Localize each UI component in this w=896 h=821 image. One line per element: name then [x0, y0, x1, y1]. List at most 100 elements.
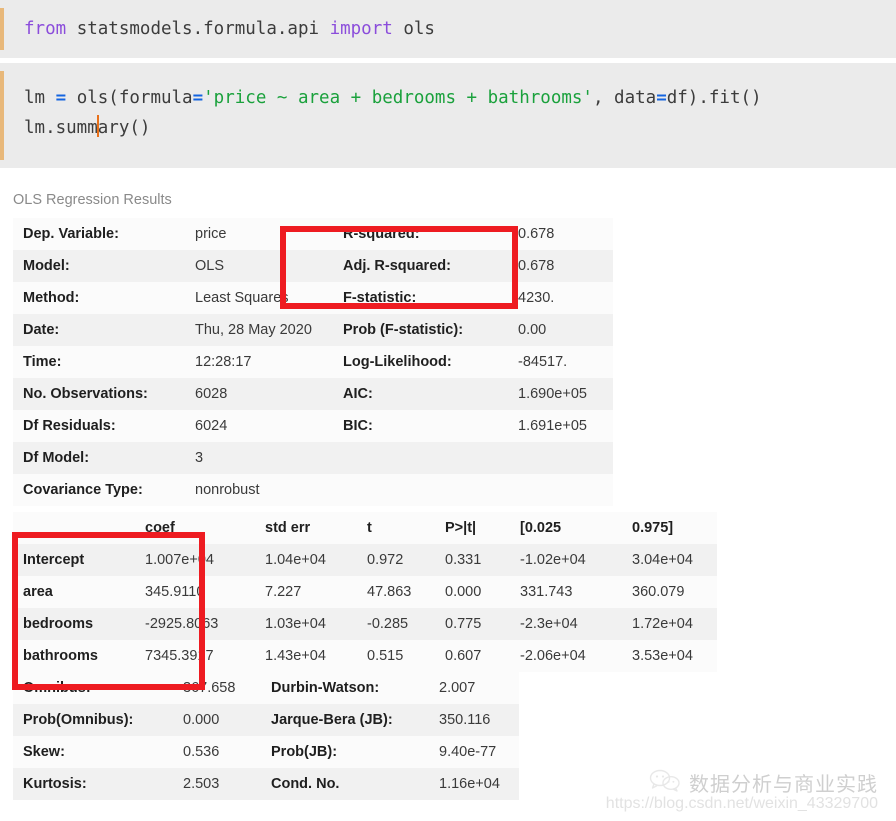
diag-label: Prob(Omnibus): [23, 712, 134, 728]
summary-value: 1.691e+05 [518, 418, 587, 434]
summary-value: price [195, 226, 227, 242]
coef-value: 0.972 [367, 552, 404, 568]
watermark-url: https://blog.csdn.net/weixin_43329700 [605, 795, 878, 812]
summary-value: nonrobust [195, 482, 260, 498]
summary-label: No. Observations: [23, 386, 148, 402]
table-row: Prob(Omnibus): 0.000 Jarque-Bera (JB): 350.… [13, 704, 519, 736]
watermark: 数据分析与商业实践 https://blog.csdn.net/weixin_4… [606, 768, 878, 813]
coef-column-header: P>|t| [445, 520, 477, 536]
coef-value: -2.06e+04 [520, 648, 586, 664]
coef-value: 0.000 [445, 584, 482, 600]
coef-term-label: bathrooms [23, 648, 98, 664]
coef-column-header: coef [145, 520, 175, 536]
coef-value: 0.515 [367, 648, 404, 664]
summary-label: AIC: [343, 386, 373, 402]
diag-label: Skew: [23, 744, 65, 760]
diag-value: 367.658 [183, 680, 236, 696]
coef-value: 0.607 [445, 648, 482, 664]
coef-column-header: t [367, 520, 372, 536]
diag-label: Cond. No. [271, 776, 340, 792]
diag-value: 350.116 [439, 712, 491, 728]
table-header-row: coef std err t P>|t| [0.025 0.975] [13, 512, 717, 544]
table-row: Date: Thu, 28 May 2020 Prob (F-statistic):… [13, 314, 613, 346]
table-row: No. Observations: 6028 AIC: 1.690e+05 [13, 378, 613, 410]
summary-value: Least Squares [195, 290, 289, 306]
summary-label: F-statistic: [343, 290, 417, 306]
summary-table: Dep. Variable: price R-squared: 0.678 Model:… [13, 218, 613, 506]
code-line-ols-fit[interactable]: lm = ols(formula='price ~ area + bedroom… [0, 83, 896, 113]
summary-value: 0.00 [518, 322, 547, 338]
summary-value [508, 442, 613, 474]
summary-value: 0.678 [518, 258, 555, 274]
code-cell-1[interactable]: from statsmodels.formula.api import ols [0, 0, 896, 58]
table-row: Covariance Type: nonrobust [13, 474, 613, 506]
code-line-summary[interactable]: lm.summary() [0, 113, 896, 143]
diag-value: 2.007 [439, 680, 476, 696]
code-line-import[interactable]: from statsmodels.formula.api import ols [0, 14, 896, 44]
code-cell-2[interactable]: lm = ols(formula='price ~ area + bedroom… [0, 63, 896, 168]
summary-label: Prob (F-statistic): [343, 322, 464, 338]
diag-label: Kurtosis: [23, 776, 87, 792]
wechat-icon [648, 768, 682, 797]
summary-label: BIC: [343, 418, 373, 434]
summary-value: Thu, 28 May 2020 [195, 322, 312, 338]
coef-column-header: 0.975] [632, 520, 674, 536]
table-row: area 345.9110 7.227 47.863 0.000 331.743 360.0… [13, 576, 717, 608]
summary-value: 0.678 [518, 226, 555, 242]
table-row: Omnibus: 367.658 Durbin-Watson: 2.007 [13, 672, 519, 704]
coefficients-table-body: coef std err t P>|t| [0.025 0.975] Intercept 1.… [13, 512, 717, 672]
watermark-brand: 数据分析与商业实践 [689, 772, 878, 796]
summary-value: 3 [195, 450, 204, 466]
coef-value: 7345.3917 [145, 648, 214, 664]
summary-label: R-squared: [343, 226, 420, 242]
diag-label: Durbin-Watson: [271, 680, 380, 696]
coef-column-header [13, 512, 135, 544]
coef-value: 1.04e+04 [265, 552, 326, 568]
coef-value: 1.72e+04 [632, 616, 693, 632]
table-row: Time: 12:28:17 Log-Likelihood: -84517. [13, 346, 613, 378]
table-row: bathrooms 7345.3917 1.43e+04 0.515 0.607 -2.0… [13, 640, 717, 672]
summary-label: Adj. R-squared: [343, 258, 451, 274]
ols-results-title: OLS Regression Results [13, 192, 172, 208]
summary-label: Date: [23, 322, 60, 338]
coef-value: 1.03e+04 [265, 616, 326, 632]
summary-label: Time: [23, 354, 62, 370]
table-row: bedrooms -2925.8063 1.03e+04 -0.285 0.775 -2.… [13, 608, 717, 640]
summary-value [508, 474, 613, 506]
diagnostics-table: Omnibus: 367.658 Durbin-Watson: 2.007 Prob(O… [13, 672, 519, 800]
coef-value: -1.02e+04 [520, 552, 586, 568]
coef-value: -0.285 [367, 616, 409, 632]
summary-label: Model: [23, 258, 70, 274]
summary-label: Log-Likelihood: [343, 354, 452, 370]
summary-value: -84517. [518, 354, 568, 370]
summary-value: 6028 [195, 386, 228, 402]
coef-column-header: std err [265, 520, 311, 536]
coef-value: 47.863 [367, 584, 412, 600]
summary-label: Method: [23, 290, 80, 306]
diag-label: Prob(JB): [271, 744, 338, 760]
summary-value: 1.690e+05 [518, 386, 587, 402]
table-row: Intercept 1.007e+04 1.04e+04 0.972 0.331 -1.0… [13, 544, 717, 576]
coef-value: 0.331 [445, 552, 482, 568]
table-row: Df Residuals: 6024 BIC: 1.691e+05 [13, 410, 613, 442]
cell-output-area: OLS Regression Results Dep. Variable: pri… [0, 168, 896, 800]
coef-term-label: Intercept [23, 552, 85, 568]
diag-label: Omnibus: [23, 680, 91, 696]
diag-value: 2.503 [183, 776, 220, 792]
summary-label: Dep. Variable: [23, 226, 119, 242]
summary-table-body: Dep. Variable: price R-squared: 0.678 Model:… [13, 218, 613, 506]
summary-value: 12:28:17 [195, 354, 252, 370]
coef-value: 1.007e+04 [145, 552, 214, 568]
coef-term-label: bedrooms [23, 616, 94, 632]
coef-value: 7.227 [265, 584, 302, 600]
diag-value: 0.000 [183, 712, 220, 728]
coef-value: -2925.8063 [145, 616, 219, 632]
coef-value: 1.43e+04 [265, 648, 326, 664]
coef-value: 331.743 [520, 584, 573, 600]
coef-value: -2.3e+04 [520, 616, 578, 632]
coef-value: 360.079 [632, 584, 685, 600]
summary-value: 4230. [518, 290, 555, 306]
summary-label: Covariance Type: [23, 482, 143, 498]
diagnostics-table-body: Omnibus: 367.658 Durbin-Watson: 2.007 Prob(O… [13, 672, 519, 800]
table-row: Model: OLS Adj. R-squared: 0.678 [13, 250, 613, 282]
